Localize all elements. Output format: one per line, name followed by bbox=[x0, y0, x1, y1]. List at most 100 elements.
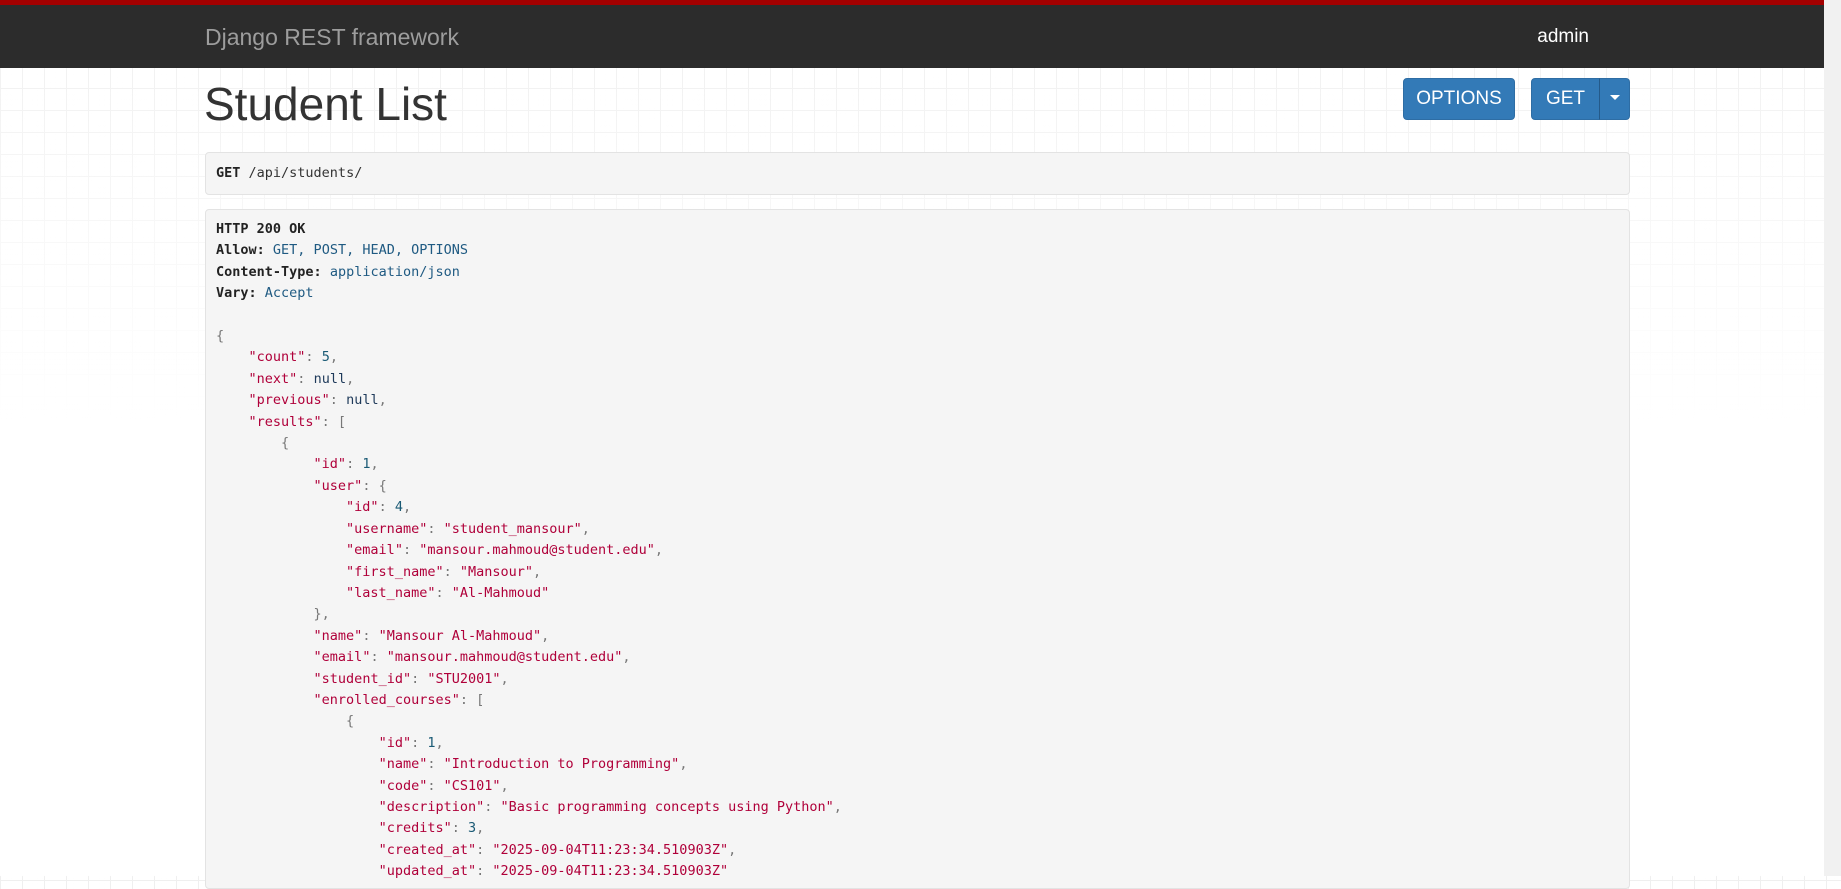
json-token: : bbox=[411, 670, 428, 687]
json-token: , bbox=[541, 627, 550, 644]
json-token: , bbox=[622, 649, 631, 666]
json-token: "created_at" bbox=[378, 841, 477, 858]
json-token: "Mansour Al-Mahmoud" bbox=[378, 627, 542, 644]
json-token: "last_name" bbox=[346, 584, 436, 601]
json-token: null bbox=[313, 370, 347, 387]
json-token: "2025-09-04T11:23:34.510903Z" bbox=[492, 841, 729, 858]
json-token: "name" bbox=[378, 756, 428, 773]
user-menu[interactable]: admin bbox=[1537, 26, 1589, 48]
json-token: "first_name" bbox=[346, 563, 444, 580]
json-token: "student_mansour" bbox=[443, 520, 582, 537]
json-token: "count" bbox=[248, 349, 306, 366]
json-token: , bbox=[500, 777, 509, 794]
json-line: "name": "Introduction to Programming", bbox=[216, 756, 688, 773]
json-token: : bbox=[370, 649, 387, 666]
json-token: : bbox=[451, 820, 468, 837]
json-token: "student_id" bbox=[313, 670, 412, 687]
json-line: "email": "mansour.mahmoud@student.edu", bbox=[216, 649, 631, 665]
json-token: 3 bbox=[467, 820, 477, 837]
json-line: "credits": 3, bbox=[216, 820, 485, 837]
json-token: "id" bbox=[378, 734, 412, 751]
json-token: "Mansour" bbox=[459, 563, 534, 580]
json-token: "username" bbox=[346, 520, 428, 537]
json-token: , bbox=[833, 798, 842, 815]
json-line: { bbox=[216, 713, 354, 729]
response-status: HTTP 200 OK bbox=[216, 221, 306, 237]
json-token: "email" bbox=[313, 649, 371, 666]
json-token: null bbox=[346, 392, 379, 409]
json-token: , bbox=[402, 499, 412, 516]
request-info: GET /api/students/ bbox=[205, 152, 1630, 195]
json-token: "name" bbox=[313, 627, 363, 644]
json-token: , bbox=[654, 542, 664, 559]
json-line: "last_name": "Al-Mahmoud" bbox=[216, 585, 549, 601]
json-token: { bbox=[281, 435, 290, 452]
json-token: "user" bbox=[313, 477, 363, 494]
json-token: , bbox=[581, 520, 590, 537]
get-format-dropdown-button[interactable] bbox=[1599, 78, 1630, 120]
json-token: : bbox=[435, 584, 452, 601]
page-scrollbar[interactable] bbox=[1824, 0, 1841, 876]
get-button[interactable]: GET bbox=[1531, 78, 1600, 120]
json-line: "email": "mansour.mahmoud@student.edu", bbox=[216, 542, 663, 558]
header-allow-value: GET, POST, HEAD, OPTIONS bbox=[272, 242, 468, 259]
json-line: "enrolled_courses": [ bbox=[216, 691, 485, 708]
json-token: "previous" bbox=[248, 392, 330, 409]
json-token: , bbox=[329, 349, 338, 366]
json-token: : bbox=[297, 370, 314, 387]
json-line: "previous": null, bbox=[216, 392, 387, 408]
json-token: : bbox=[427, 520, 444, 537]
json-line: "student_id": "STU2001", bbox=[216, 671, 509, 687]
json-token: , bbox=[346, 370, 355, 387]
json-token: : bbox=[484, 798, 501, 815]
json-token: "updated_at" bbox=[378, 863, 477, 880]
json-token: : bbox=[346, 456, 363, 473]
json-token: : bbox=[427, 756, 444, 773]
json-token: , bbox=[435, 734, 444, 751]
json-line: "description": "Basic programming concep… bbox=[216, 799, 842, 815]
navbar: Django REST framework admin bbox=[0, 0, 1824, 68]
json-token: { bbox=[216, 328, 225, 345]
request-path: /api/students/ bbox=[248, 165, 363, 181]
json-token: "mansour.mahmoud@student.edu" bbox=[386, 649, 623, 666]
json-token: , bbox=[728, 841, 737, 858]
json-line: "created_at": "2025-09-04T11:23:34.51090… bbox=[216, 841, 737, 858]
json-token: "mansour.mahmoud@student.edu" bbox=[419, 542, 655, 559]
json-token: : bbox=[427, 777, 444, 794]
json-token: "next" bbox=[248, 370, 298, 387]
json-token: : bbox=[378, 499, 395, 516]
json-token: 5 bbox=[321, 349, 330, 366]
json-token: : bbox=[443, 563, 460, 580]
json-line: }, bbox=[216, 606, 330, 622]
json-token: , bbox=[533, 563, 542, 580]
json-token: 4 bbox=[394, 499, 403, 516]
header-vary-value: Accept bbox=[264, 285, 314, 302]
header-content-type-name: Content-Type: bbox=[216, 263, 322, 280]
json-token: "Al-Mahmoud" bbox=[451, 584, 550, 601]
json-line: { bbox=[216, 328, 224, 344]
page-title: Student List bbox=[204, 78, 447, 130]
json-line: "name": "Mansour Al-Mahmoud", bbox=[216, 627, 550, 644]
json-line: "id": 4, bbox=[216, 499, 411, 515]
header-allow-name: Allow: bbox=[216, 242, 265, 259]
json-token: , bbox=[500, 670, 509, 687]
json-token: : bbox=[402, 542, 420, 559]
json-token: : [ bbox=[459, 691, 485, 708]
json-line: "first_name": "Mansour", bbox=[216, 564, 541, 580]
json-token: "Introduction to Programming" bbox=[443, 756, 680, 773]
request-method: GET bbox=[216, 165, 241, 181]
json-token: }, bbox=[313, 606, 330, 623]
json-body: { "count": 5, "next": null, "previous": … bbox=[216, 328, 842, 879]
json-token: "results" bbox=[248, 413, 322, 430]
json-token: , bbox=[378, 392, 387, 409]
json-token: : bbox=[476, 863, 493, 880]
options-button[interactable]: OPTIONS bbox=[1403, 78, 1515, 120]
brand-link[interactable]: Django REST framework bbox=[205, 24, 459, 51]
json-token: "Basic programming concepts using Python… bbox=[500, 798, 834, 815]
json-line: "results": [ bbox=[216, 413, 347, 430]
response-panel: HTTP 200 OK Allow: GET, POST, HEAD, OPTI… bbox=[205, 209, 1630, 889]
json-token: : bbox=[305, 349, 322, 366]
json-token: "id" bbox=[313, 456, 347, 473]
json-token: "id" bbox=[346, 499, 379, 516]
json-token: "code" bbox=[378, 777, 428, 794]
